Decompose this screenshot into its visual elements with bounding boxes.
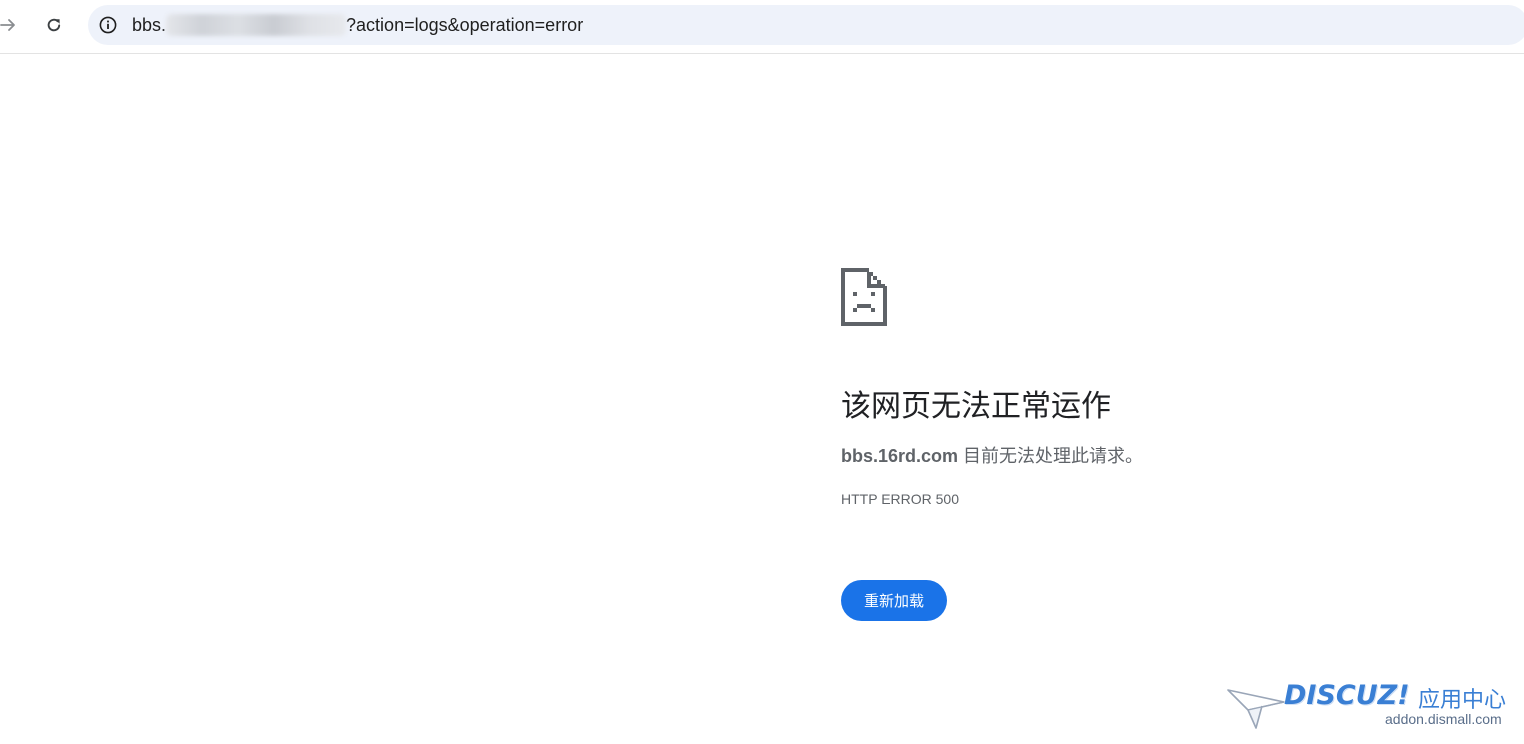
error-detail: bbs.16rd.com 目前无法处理此请求。	[841, 444, 1441, 468]
site-info-button[interactable]	[96, 13, 120, 37]
address-bar[interactable]: bbs. ?action=logs&operation=error	[88, 5, 1524, 45]
error-page-content: 该网页无法正常运作 bbs.16rd.com 目前无法处理此请求。 HTTP E…	[841, 268, 1441, 621]
watermark-brand-cn: 应用中心	[1418, 688, 1507, 713]
error-headline: 该网页无法正常运作	[841, 390, 1111, 423]
watermark-domain: addon.dismall.com	[1385, 711, 1502, 727]
error-code: HTTP ERROR 500	[841, 491, 959, 507]
arrow-forward-icon	[0, 19, 15, 31]
error-host: bbs.16rd.com	[841, 446, 959, 466]
sad-page-icon	[841, 268, 887, 326]
info-icon	[99, 16, 117, 34]
redacted-url-segment	[166, 13, 347, 36]
browser-toolbar: bbs. ?action=logs&operation=error	[0, 0, 1524, 54]
paper-plane-icon	[1227, 689, 1285, 729]
reload-icon	[47, 18, 61, 32]
watermark: DISCUZ! 应用中心 addon.dismall.com	[1226, 680, 1516, 736]
reload-nav-button[interactable]	[38, 9, 70, 41]
reload-button[interactable]: 重新加载	[841, 580, 947, 621]
error-detail-text: 目前无法处理此请求。	[958, 446, 1144, 466]
url-text[interactable]: bbs. ?action=logs&operation=error	[132, 5, 583, 45]
url-suffix: ?action=logs&operation=error	[346, 15, 584, 35]
forward-button[interactable]	[0, 9, 24, 41]
watermark-brand: DISCUZ!	[1284, 680, 1410, 711]
url-prefix: bbs.	[132, 15, 167, 35]
